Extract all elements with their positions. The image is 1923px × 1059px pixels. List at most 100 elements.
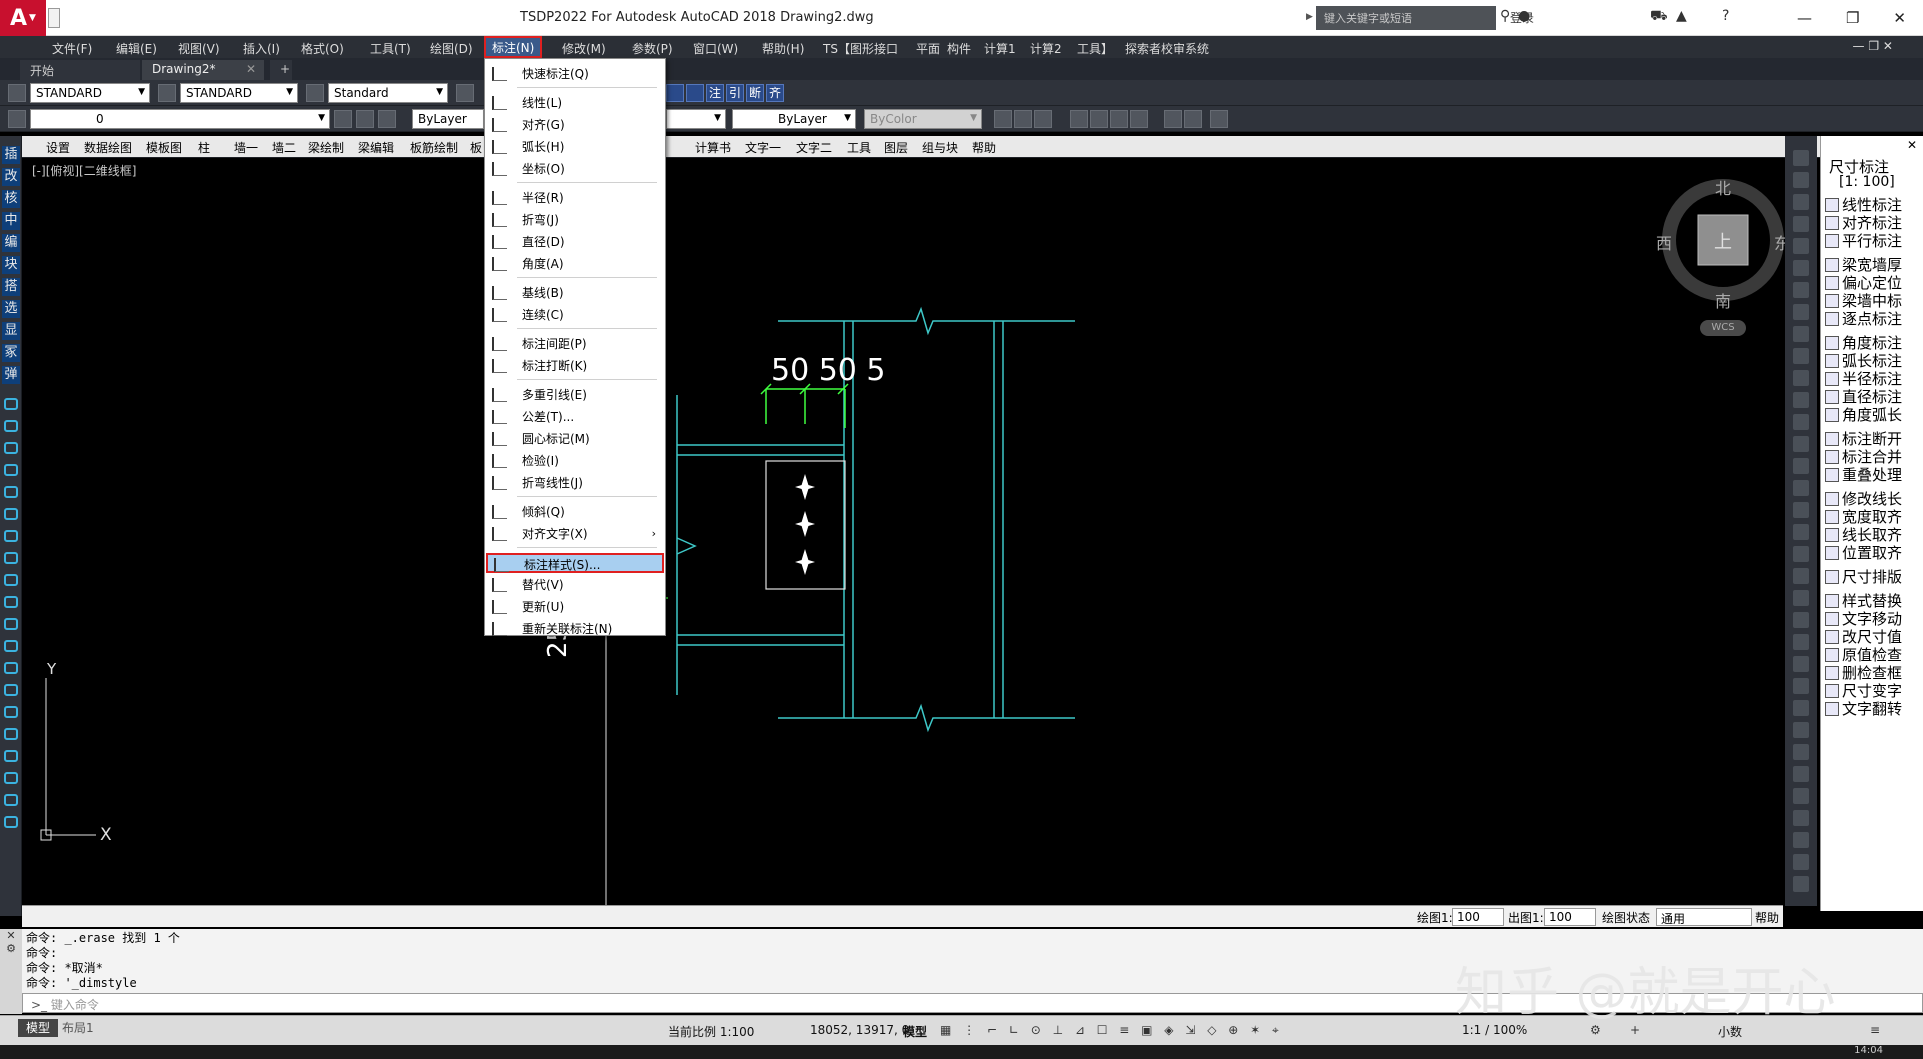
gear-icon[interactable]: ⚙ [1590, 1023, 1601, 1037]
search-input[interactable]: 键入关键字或短语 [1316, 6, 1496, 30]
menu-item-3[interactable]: 插入(I) [243, 40, 280, 57]
draw-tool-icon[interactable] [4, 442, 18, 454]
tsdp-menu-14[interactable]: 图层 [884, 139, 908, 156]
layer-manager-icon[interactable] [8, 110, 26, 128]
palette-item[interactable]: 样式替换 [1825, 592, 1902, 610]
compass-west[interactable]: 西 [1656, 230, 1672, 254]
new-tab-button[interactable]: + [270, 60, 292, 80]
dim-menu-item-11[interactable]: 标注间距(P) [486, 334, 664, 354]
modify-tool-icon[interactable] [1793, 436, 1809, 452]
tsdp-menu-4[interactable]: 墙一 [234, 139, 258, 156]
draw-tool-icon[interactable] [4, 574, 18, 586]
modify-tool-icon[interactable] [1793, 590, 1809, 606]
dim-menu-item-5[interactable]: 半径(R) [486, 188, 664, 208]
dim-menu-item-23[interactable]: 重新关联标注(N) [486, 619, 664, 639]
palette-item[interactable]: 线性标注 [1825, 196, 1902, 214]
modify-tool-icon[interactable] [1793, 788, 1809, 804]
dim-menu-item-2[interactable]: 对齐(G) [486, 115, 664, 135]
draw-tool-icon[interactable] [4, 662, 18, 674]
coordinates[interactable]: 18052, 13917, 0 [810, 1023, 909, 1037]
palette-item[interactable]: 直径标注 [1825, 388, 1902, 406]
help-icon[interactable]: ? [1722, 8, 1729, 24]
dim-style-select[interactable]: STANDARD ▼ [180, 83, 298, 103]
palette-item[interactable]: 文字移动 [1825, 610, 1902, 628]
tsdp-menu-9[interactable]: 板 [470, 139, 482, 156]
compass-north[interactable]: 北 [1715, 175, 1731, 199]
command-line-handle[interactable]: ✕ ⚙ [0, 929, 22, 1014]
palette-item[interactable]: 文字翻转 [1825, 700, 1902, 718]
properties-icon[interactable] [994, 110, 1012, 128]
draw-tool-icon[interactable] [4, 596, 18, 608]
left-palette-item-2[interactable]: 核 [2, 190, 20, 208]
tab-start[interactable]: 开始 [20, 60, 140, 80]
tool-icon-8[interactable] [1210, 110, 1228, 128]
annotation-scale[interactable]: 1:1 / 100% [1462, 1023, 1527, 1037]
modify-tool-icon[interactable] [1793, 480, 1809, 496]
palette-item[interactable]: 标注断开 [1825, 430, 1902, 448]
left-palette-item-0[interactable]: 插 [2, 146, 20, 164]
modify-tool-icon[interactable] [1793, 150, 1809, 166]
draw-tool-icon[interactable] [4, 728, 18, 740]
left-palette-item-3[interactable]: 中 [2, 212, 20, 230]
wcs-menu[interactable]: WCS [1700, 320, 1746, 336]
menu-item-8[interactable]: 修改(M) [562, 40, 606, 57]
a360-icon[interactable]: ▲ [1676, 8, 1687, 24]
draw-tool-icon[interactable] [4, 640, 18, 652]
tab-drawing2[interactable]: Drawing2* ✕ [142, 60, 264, 80]
menu-item-14[interactable]: 构件 [947, 40, 971, 57]
close-tab-icon[interactable]: ✕ [246, 62, 256, 76]
units-select[interactable]: 小数 [1718, 1023, 1742, 1040]
modify-tool-icon[interactable] [1793, 392, 1809, 408]
palette-item[interactable]: 尺寸变字 [1825, 682, 1902, 700]
draw-tool-icon[interactable] [4, 508, 18, 520]
dim-menu-item-14[interactable]: 公差(T)... [486, 407, 664, 427]
palette-item[interactable]: 梁墙中标 [1825, 292, 1902, 310]
linetype-select[interactable]: ▼ [666, 109, 726, 129]
dim-menu-item-1[interactable]: 线性(L) [486, 93, 664, 113]
text-style-select[interactable]: STANDARD ▼ [30, 83, 150, 103]
view-cube-face-top[interactable]: 上 [1714, 228, 1732, 254]
menu-item-1[interactable]: 编辑(E) [116, 40, 157, 57]
left-palette-item-10[interactable]: 弹 [2, 366, 20, 384]
tsdp-menu-6[interactable]: 梁绘制 [308, 139, 344, 156]
dim-menu-item-3[interactable]: 弧长(H) [486, 137, 664, 157]
mdi-window-controls[interactable]: — ❐ ✕ [1853, 39, 1893, 53]
modify-tool-icon[interactable] [1793, 260, 1809, 276]
modify-tool-icon[interactable] [1793, 832, 1809, 848]
dim-menu-item-8[interactable]: 角度(A) [486, 254, 664, 274]
draw-tool-icon[interactable] [4, 772, 18, 784]
dim-menu-item-0[interactable]: 快速标注(Q) [486, 64, 664, 84]
modify-tool-icon[interactable] [1793, 524, 1809, 540]
palette-item[interactable]: 半径标注 [1825, 370, 1902, 388]
login-button[interactable]: 登录 [1510, 9, 1534, 26]
palette-item[interactable]: 梁宽墙厚 [1825, 256, 1902, 274]
menu-item-2[interactable]: 视图(V) [178, 40, 220, 57]
tool-icon-2[interactable] [1070, 110, 1088, 128]
close-icon[interactable]: ✕ [1907, 138, 1917, 152]
menu-item-12[interactable]: TS【图形接口 [823, 40, 898, 57]
draw-tool-icon[interactable] [4, 706, 18, 718]
modify-tool-icon[interactable] [1793, 546, 1809, 562]
menu-item-18[interactable]: 探索者校审系统 [1125, 40, 1209, 57]
mleader-style-icon[interactable] [456, 84, 474, 102]
left-palette-item-5[interactable]: 块 [2, 256, 20, 274]
dim-menu-item-22[interactable]: 更新(U) [486, 597, 664, 617]
make-current-icon[interactable] [334, 110, 352, 128]
modify-tool-icon[interactable] [1793, 744, 1809, 760]
tch-button-2[interactable] [686, 84, 704, 102]
dim-menu-item-17[interactable]: 折弯线性(J) [486, 473, 664, 493]
dim-menu-item-15[interactable]: 圆心标记(M) [486, 429, 664, 449]
dim-menu-item-20[interactable]: 标注样式(S)... [486, 553, 664, 573]
modify-tool-icon[interactable] [1793, 766, 1809, 782]
tsdp-menu-16[interactable]: 帮助 [972, 139, 996, 156]
modify-tool-icon[interactable] [1793, 172, 1809, 188]
modify-tool-icon[interactable] [1793, 656, 1809, 672]
palette-item[interactable]: 修改线长 [1825, 490, 1902, 508]
palette-item[interactable]: 线长取齐 [1825, 526, 1902, 544]
palette-item[interactable]: 标注合并 [1825, 448, 1902, 466]
compass-south[interactable]: 南 [1715, 288, 1731, 312]
draw-tool-icon[interactable] [4, 486, 18, 498]
menu-item-6[interactable]: 绘图(D) [430, 40, 473, 57]
menu-item-15[interactable]: 计算1 [984, 40, 1016, 57]
draw-tool-icon[interactable] [4, 794, 18, 806]
